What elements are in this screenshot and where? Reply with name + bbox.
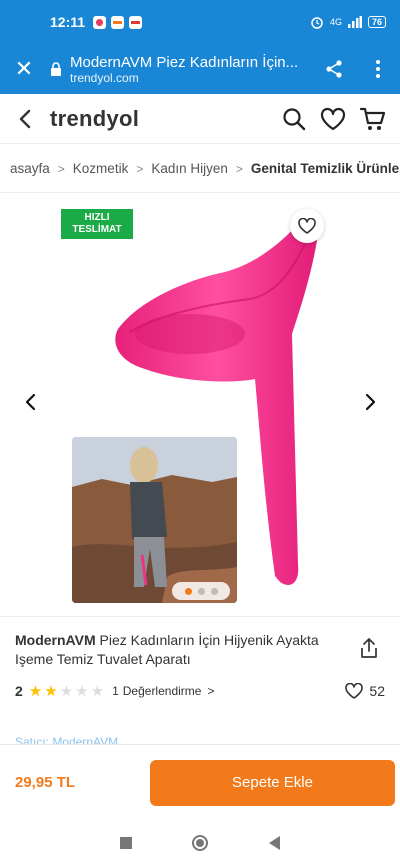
back-icon[interactable]: [268, 836, 280, 850]
rating-score: 2: [15, 683, 23, 699]
next-image-arrow-icon[interactable]: [360, 392, 380, 412]
usage-photo: [72, 437, 237, 603]
prev-image-arrow-icon[interactable]: [21, 392, 41, 412]
image-pagination: [172, 582, 230, 600]
browser-address[interactable]: ModernAVM Piez Kadınların İçin... trendy…: [70, 54, 312, 85]
favorite-button[interactable]: [290, 209, 324, 243]
breadcrumb: asayfa > Kozmetik > Kadın Hijyen > Genit…: [0, 145, 400, 193]
rating-stars: ★ ★ ★ ★ ★: [29, 684, 104, 699]
product-gallery[interactable]: HIZLI TESLİMAT: [0, 194, 400, 614]
chevron-right-icon: >: [207, 684, 215, 698]
alarm-icon: [311, 17, 323, 29]
lock-icon: [51, 62, 61, 76]
notification-icons: [93, 15, 143, 29]
heart-icon: [298, 218, 316, 234]
pagination-dot[interactable]: [197, 587, 205, 595]
recents-icon[interactable]: [120, 837, 133, 849]
chevron-left-icon: [19, 109, 31, 128]
badge-line: TESLİMAT: [72, 224, 122, 235]
browser-bar: ✕ ModernAVM Piez Kadınların İçin... tren…: [0, 44, 400, 94]
star-empty-icon: ★: [59, 682, 74, 700]
breadcrumb-item[interactable]: Kozmetik: [73, 161, 129, 176]
page-url: trendyol.com: [70, 70, 139, 85]
rating-count: 1: [112, 684, 119, 698]
product-price: 29,95 TL: [15, 774, 76, 791]
signal-icon: [347, 16, 362, 28]
status-bar: 12:11 4G 76: [0, 0, 400, 44]
app-header: trendyol: [0, 94, 400, 144]
star-empty-icon: ★: [75, 682, 89, 700]
cart-icon[interactable]: [360, 106, 386, 132]
page-title: ModernAVM Piez Kadınların İçin...: [70, 53, 299, 71]
product-brand[interactable]: ModernAVM: [15, 632, 96, 648]
network-type: 4G: [329, 17, 342, 27]
app-notification-icon: [93, 15, 107, 29]
back-button[interactable]: [0, 109, 50, 129]
status-time: 12:11: [50, 14, 86, 30]
menu-button[interactable]: [356, 59, 400, 79]
chevron-right-icon: >: [136, 161, 144, 176]
rating-label[interactable]: Değerlendirme: [123, 684, 202, 698]
chevron-right-icon: >: [57, 161, 65, 176]
likes-number: 52: [369, 683, 385, 699]
home-icon[interactable]: [192, 835, 209, 851]
share-icon[interactable]: [360, 637, 378, 659]
battery-icon: 76: [367, 16, 386, 28]
search-icon[interactable]: [282, 107, 306, 131]
rating-row[interactable]: 2 ★ ★ ★ ★ ★ 1 Değerlendirme > 52: [15, 683, 385, 699]
trendyol-logo[interactable]: trendyol: [50, 106, 139, 132]
app-notification-icon: [111, 15, 125, 29]
breadcrumb-item[interactable]: asayfa: [10, 161, 50, 176]
app-notification-icon: [129, 15, 143, 29]
status-right-icons: 4G 76: [310, 15, 386, 29]
pagination-dot[interactable]: [210, 587, 218, 595]
badge-line: HIZLI: [84, 212, 110, 223]
close-icon[interactable]: ✕: [0, 56, 48, 82]
star-empty-icon: ★: [90, 682, 105, 700]
pagination-dot-active[interactable]: [184, 587, 192, 595]
add-to-cart-button[interactable]: Sepete Ekle: [150, 759, 395, 806]
share-button[interactable]: [312, 59, 356, 79]
fast-delivery-badge: HIZLI TESLİMAT: [61, 209, 133, 239]
action-bar: 29,95 TL Sepete Ekle: [0, 744, 400, 820]
product-info: ModernAVM Piez Kadınların İçin Hijyenik …: [0, 616, 400, 699]
breadcrumb-item-current[interactable]: Genital Temizlik Ürünleri: [251, 161, 400, 176]
chevron-right-icon: >: [235, 161, 243, 176]
system-nav-bar: [0, 820, 400, 866]
favorites-icon[interactable]: [320, 107, 346, 131]
heart-icon: [345, 683, 364, 699]
star-filled-icon: ★: [28, 682, 43, 700]
product-title: ModernAVM Piez Kadınların İçin Hijyenik …: [15, 631, 325, 669]
share-icon: [326, 60, 342, 78]
more-vertical-icon: [376, 60, 380, 78]
breadcrumb-item[interactable]: Kadın Hijyen: [151, 161, 228, 176]
star-filled-icon: ★: [44, 682, 58, 700]
likes-count: 52: [345, 683, 385, 699]
